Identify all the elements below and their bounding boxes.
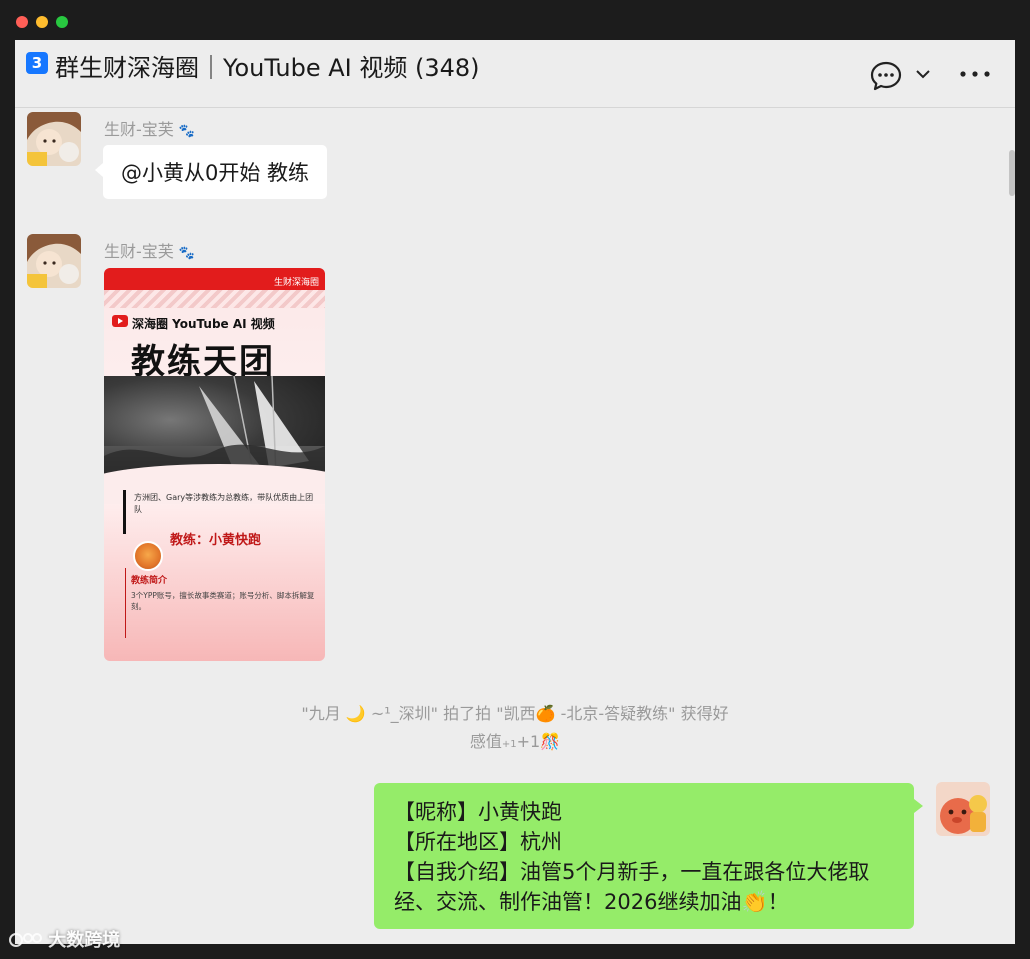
own-avatar[interactable] <box>936 782 990 836</box>
chat-scrollbar[interactable] <box>1009 150 1015 196</box>
sender-name: 生财-宝芙 🐾 <box>104 120 196 139</box>
system-note-line1: "九月 🌙 ~¹_深圳" 拍了拍 "凯西🍊 -北京-答疑教练" 获得好 <box>301 704 729 723</box>
chat-header: 3 群生财深海圈｜YouTube AI 视频 (348) <box>15 40 1015 108</box>
youtube-icon <box>112 315 128 327</box>
avatar[interactable] <box>27 234 81 288</box>
poster-tear-edge <box>104 290 325 308</box>
chevron-down-icon[interactable] <box>913 64 933 84</box>
poster-subtitle: 深海圈 YouTube AI 视频 <box>132 317 275 331</box>
message-bubble[interactable]: @小黄从0开始 教练 <box>94 145 328 199</box>
paw-emoji: 🐾 <box>178 246 196 261</box>
poster-intro-title: 教练简介 <box>131 576 168 586</box>
more-options-icon[interactable] <box>957 64 993 84</box>
image-message[interactable]: 生财深海圈 深海圈 YouTube AI 视频 教练天团 方洲团、Gary等涉教… <box>104 268 325 661</box>
message-line: 【自我介绍】油管5个月新手，一直在跟各位大佬取 <box>394 860 870 884</box>
chat-bubble-icon[interactable] <box>869 59 903 93</box>
watermark-logo-icon <box>9 933 42 947</box>
coach-avatar <box>133 541 163 571</box>
sender-name: 生财-宝芙 🐾 <box>104 242 196 261</box>
system-note: "九月 🌙 ~¹_深圳" 拍了拍 "凯西🍊 -北京-答疑教练" 获得好 感值+1… <box>215 700 815 759</box>
message-line: 经、交流、制作油管！2026继续加油👏！ <box>394 890 789 914</box>
system-note-line2: 感值+1+1🎊 <box>469 732 561 751</box>
minimize-window-button[interactable] <box>36 16 48 28</box>
poster-brand: 生财深海圈 <box>273 278 319 288</box>
poster-description: 方洲团、Gary等涉教练为总教练，带队优质由上团队 <box>134 493 314 514</box>
avatar[interactable] <box>27 112 81 166</box>
message-line: 【所在地区】杭州 <box>394 830 562 854</box>
own-message-bubble[interactable]: 【昵称】小黄快跑 【所在地区】杭州 【自我介绍】油管5个月新手，一直在跟各位大佬… <box>374 783 923 929</box>
window-titlebar <box>0 0 1030 40</box>
close-window-button[interactable] <box>16 16 28 28</box>
group-badge: 3 <box>26 52 48 74</box>
poster-coach-name: 教练：小黄快跑 <box>170 533 262 548</box>
chat-title[interactable]: 群生财深海圈｜YouTube AI 视频 (348) <box>55 48 480 83</box>
poster-intro-text: 3个YPP账号，擅长故事类赛道；账号分析、脚本拆解复刻。 <box>131 591 315 611</box>
maximize-window-button[interactable] <box>56 16 68 28</box>
chat-window: 3 群生财深海圈｜YouTube AI 视频 (348) 生财-宝芙 🐾 @小黄… <box>15 40 1015 944</box>
paw-emoji: 🐾 <box>178 124 196 139</box>
watermark: 大数跨境 <box>8 926 120 952</box>
message-line: 【昵称】小黄快跑 <box>394 800 562 824</box>
